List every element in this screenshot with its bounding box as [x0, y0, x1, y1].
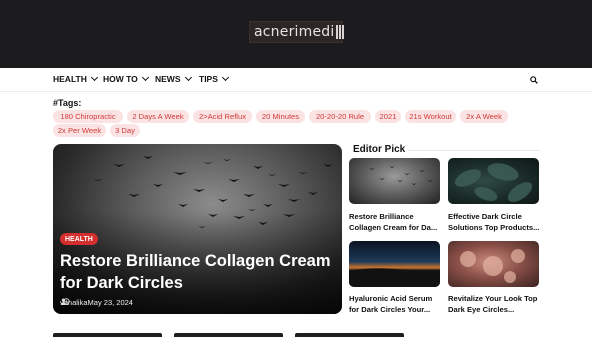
logo-text: acnerimedi — [254, 24, 335, 40]
tags-heading: #Tags: — [53, 98, 82, 108]
category-badge[interactable]: HEALTH — [60, 233, 98, 245]
tag-chip[interactable]: 2021 — [375, 110, 401, 123]
site-header: acnerimedi — [0, 0, 592, 68]
publish-date: May 23, 2024 — [87, 298, 133, 307]
site-logo[interactable]: acnerimedi — [249, 21, 345, 43]
leaves-thumbnail-image — [454, 163, 533, 202]
article-thumbnail[interactable] — [349, 241, 440, 287]
search-icon[interactable] — [530, 76, 538, 84]
clock-icon — [63, 298, 70, 305]
article-thumbnail[interactable] — [448, 158, 539, 204]
chevron-down-icon — [90, 73, 98, 82]
nav-item-label: HOW TO — [103, 74, 138, 84]
nav-item-health[interactable]: HEALTH — [53, 73, 98, 84]
nav-item-news[interactable]: NEWS — [155, 73, 192, 84]
tag-chip[interactable]: 20 Minutes — [256, 110, 305, 123]
tag-chip[interactable]: 2x A Week — [460, 110, 508, 123]
nav-item-tips[interactable]: TIPS — [199, 73, 229, 84]
hero-title[interactable]: Restore Brilliance Collagen Cream for Da… — [60, 250, 335, 294]
tag-chip[interactable]: 3 Day — [110, 124, 140, 137]
tag-chip[interactable]: 2>Acid Reflux — [193, 110, 252, 123]
tag-chip[interactable]: 21s Workout — [405, 110, 456, 123]
nav-item-label: TIPS — [199, 74, 218, 84]
section-divider — [408, 150, 540, 151]
main-nav: HEALTH HOW TO NEWS TIPS — [0, 68, 592, 92]
chevron-down-icon — [184, 73, 192, 82]
article-title[interactable]: Restore Brilliance Collagen Cream for Da… — [349, 211, 443, 233]
hero-article-card[interactable]: HEALTH Restore Brilliance Collagen Cream… — [53, 144, 342, 314]
tag-chip[interactable]: 2x Per Week — [53, 124, 106, 137]
hero-meta: vanalika May 23, 2024 — [60, 298, 133, 307]
article-thumbnail[interactable] — [174, 333, 283, 337]
sunset-thumbnail-image — [349, 268, 440, 287]
article-thumbnail[interactable] — [448, 241, 539, 287]
chevron-down-icon — [141, 73, 149, 82]
article-title[interactable]: Effective Dark Circle Solutions Top Prod… — [448, 211, 542, 233]
chevron-down-icon — [221, 73, 229, 82]
article-title[interactable]: Hyaluronic Acid Serum for Dark Circles Y… — [349, 293, 443, 315]
logo-bars-icon — [336, 25, 345, 39]
tag-chip[interactable]: 180 Chiropractic — [53, 110, 123, 123]
nav-item-label: HEALTH — [53, 74, 87, 84]
article-thumbnail[interactable] — [295, 333, 404, 337]
nav-item-label: NEWS — [155, 74, 181, 84]
tag-chip[interactable]: 20-20-20 Rule — [309, 110, 371, 123]
tag-chip[interactable]: 2 Days A Week — [127, 110, 189, 123]
editor-pick-heading: Editor Pick — [353, 144, 406, 155]
nav-item-how-to[interactable]: HOW TO — [103, 73, 149, 84]
article-thumbnail[interactable] — [53, 333, 162, 337]
flowers-thumbnail-image — [460, 249, 525, 283]
birds-thumbnail-image — [369, 166, 433, 185]
article-thumbnail[interactable] — [349, 158, 440, 204]
article-title[interactable]: Revitalize Your Look Top Dark Eye Circle… — [448, 293, 542, 315]
